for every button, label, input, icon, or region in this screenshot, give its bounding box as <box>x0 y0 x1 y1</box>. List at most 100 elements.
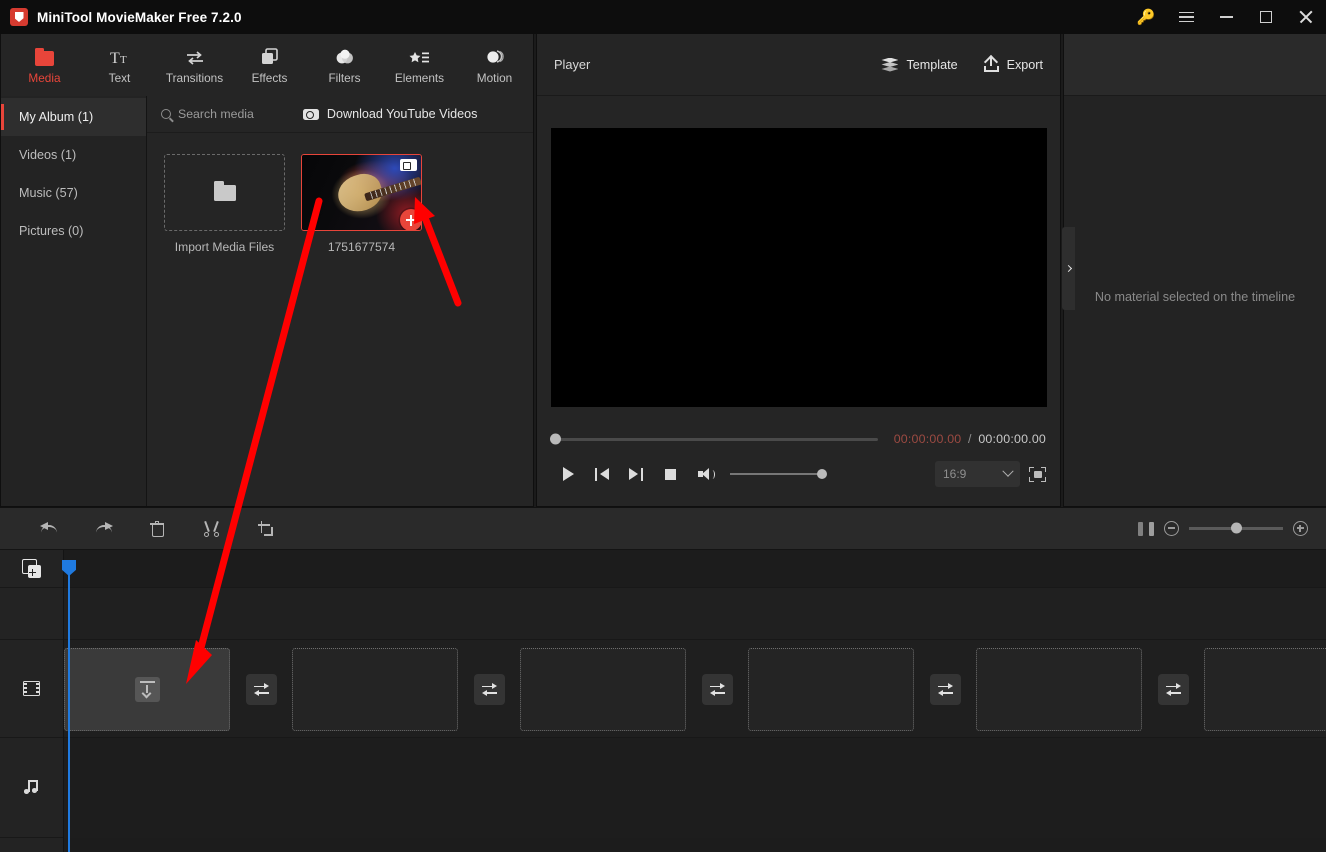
crop-button[interactable] <box>238 507 292 550</box>
video-canvas[interactable] <box>550 127 1047 407</box>
add-transition-button[interactable] <box>245 674 277 705</box>
timeline-zoom-group <box>1138 521 1326 536</box>
sidebar-item-my-album[interactable]: My Album (1) <box>1 98 146 136</box>
timeline-clip-3[interactable] <box>520 648 686 731</box>
sidebar-item-pictures[interactable]: Pictures (0) <box>1 212 146 250</box>
volume-button[interactable] <box>687 459 721 489</box>
volume-slider[interactable] <box>730 468 827 479</box>
import-media-files-button[interactable] <box>164 154 285 231</box>
timeline-clip-5[interactable] <box>976 648 1142 731</box>
transition-icon <box>1165 683 1181 696</box>
current-time: 00:00:00.00 <box>893 432 962 446</box>
close-button[interactable] <box>1286 0 1326 34</box>
motion-icon <box>485 46 505 66</box>
overlay-track[interactable] <box>64 588 1326 640</box>
library-topbar: Search media Download YouTube Videos <box>147 96 533 133</box>
stop-button[interactable] <box>653 459 687 489</box>
video-track-header[interactable] <box>0 640 63 738</box>
tab-text[interactable]: TT Text <box>82 37 157 93</box>
tab-filters[interactable]: Filters <box>307 37 382 93</box>
fullscreen-button[interactable] <box>1029 466 1046 482</box>
panel-collapse-toggle[interactable] <box>1062 227 1075 310</box>
minimize-button[interactable] <box>1206 0 1246 34</box>
zoom-handle[interactable] <box>1231 522 1242 534</box>
seek-slider[interactable] <box>550 433 878 445</box>
template-button[interactable]: Template <box>881 57 958 72</box>
tab-effects-label: Effects <box>251 70 288 85</box>
trash-icon <box>150 520 164 538</box>
timeline <box>0 550 1326 852</box>
video-track[interactable] <box>64 640 1326 738</box>
split-view-icon[interactable] <box>1138 521 1154 536</box>
download-youtube-label: Download YouTube Videos <box>326 107 478 121</box>
aspect-ratio-select[interactable]: 16:9 <box>935 461 1020 487</box>
search-input[interactable]: Search media <box>161 107 254 121</box>
tab-media[interactable]: Media <box>7 37 82 93</box>
split-button[interactable] <box>184 507 238 550</box>
player-controls: 00:00:00.00 / 00:00:00.00 16:9 <box>537 424 1060 506</box>
tab-transitions[interactable]: Transitions <box>157 37 232 93</box>
overlay-track-header[interactable] <box>0 588 63 640</box>
crop-icon <box>257 521 273 536</box>
youtube-icon <box>302 108 319 120</box>
key-icon[interactable]: 🔑 <box>1126 0 1166 34</box>
tab-effects[interactable]: Effects <box>232 37 307 93</box>
tab-motion[interactable]: Motion <box>457 37 532 93</box>
menu-icon[interactable] <box>1166 0 1206 34</box>
film-icon <box>23 681 40 696</box>
undo-button[interactable] <box>22 507 76 550</box>
svg-text:T: T <box>120 54 127 66</box>
zoom-out-button[interactable] <box>1164 521 1179 536</box>
timeline-ruler[interactable] <box>64 550 1326 588</box>
playhead[interactable] <box>62 560 76 852</box>
previous-frame-button[interactable] <box>585 459 619 489</box>
media-thumbnail[interactable] <box>301 154 422 231</box>
timeline-clip-2[interactable] <box>292 648 458 731</box>
maximize-button[interactable] <box>1246 0 1286 34</box>
add-transition-button[interactable] <box>473 674 505 705</box>
library-content: Search media Download YouTube Videos Imp… <box>147 96 533 506</box>
sidebar-item-videos[interactable]: Videos (1) <box>1 136 146 174</box>
timeline-clip-6[interactable] <box>1204 648 1326 731</box>
add-transition-button[interactable] <box>1157 674 1189 705</box>
play-button[interactable] <box>551 459 585 489</box>
add-track-button[interactable] <box>0 550 63 588</box>
delete-button[interactable] <box>130 507 184 550</box>
zoom-in-button[interactable] <box>1293 521 1308 536</box>
add-transition-button[interactable] <box>929 674 961 705</box>
add-to-timeline-button[interactable] <box>400 209 421 230</box>
app-window: MiniTool MovieMaker Free 7.2.0 🔑 Media T… <box>0 0 1326 852</box>
seek-handle[interactable] <box>550 433 561 445</box>
scissors-icon <box>203 520 219 537</box>
template-label: Template <box>906 57 958 72</box>
transition-icon <box>937 683 953 696</box>
timeline-clip-4[interactable] <box>748 648 914 731</box>
transition-slot-2 <box>458 648 520 731</box>
export-icon <box>983 57 999 72</box>
layers-icon <box>881 57 899 72</box>
volume-handle[interactable] <box>817 468 827 479</box>
media-item-cell: 1751677574 <box>301 154 422 254</box>
zoom-slider[interactable] <box>1189 522 1283 534</box>
transitions-icon <box>185 46 205 66</box>
transition-slot-3 <box>686 648 748 731</box>
total-time: 00:00:00.00 <box>978 432 1046 446</box>
audio-track[interactable] <box>64 738 1326 838</box>
transport-controls: 16:9 <box>551 458 1046 490</box>
drop-here-icon <box>134 677 160 702</box>
tab-elements[interactable]: Elements <box>382 37 457 93</box>
add-transition-button[interactable] <box>701 674 733 705</box>
player-title: Player <box>554 57 591 72</box>
export-label: Export <box>1006 57 1043 72</box>
audio-track-header[interactable] <box>0 738 63 838</box>
aspect-ratio-value: 16:9 <box>943 467 967 481</box>
media-item-name: 1751677574 <box>327 240 396 254</box>
export-button[interactable]: Export <box>983 57 1043 72</box>
redo-button[interactable] <box>76 507 130 550</box>
sidebar-item-music[interactable]: Music (57) <box>1 174 146 212</box>
download-youtube-button[interactable]: Download YouTube Videos <box>302 107 478 121</box>
library-body: My Album (1) Videos (1) Music (57) Pictu… <box>1 96 533 506</box>
next-frame-button[interactable] <box>619 459 653 489</box>
timeline-clip-1[interactable] <box>64 648 230 731</box>
sidebar-item-videos-label: Videos (1) <box>19 148 77 162</box>
